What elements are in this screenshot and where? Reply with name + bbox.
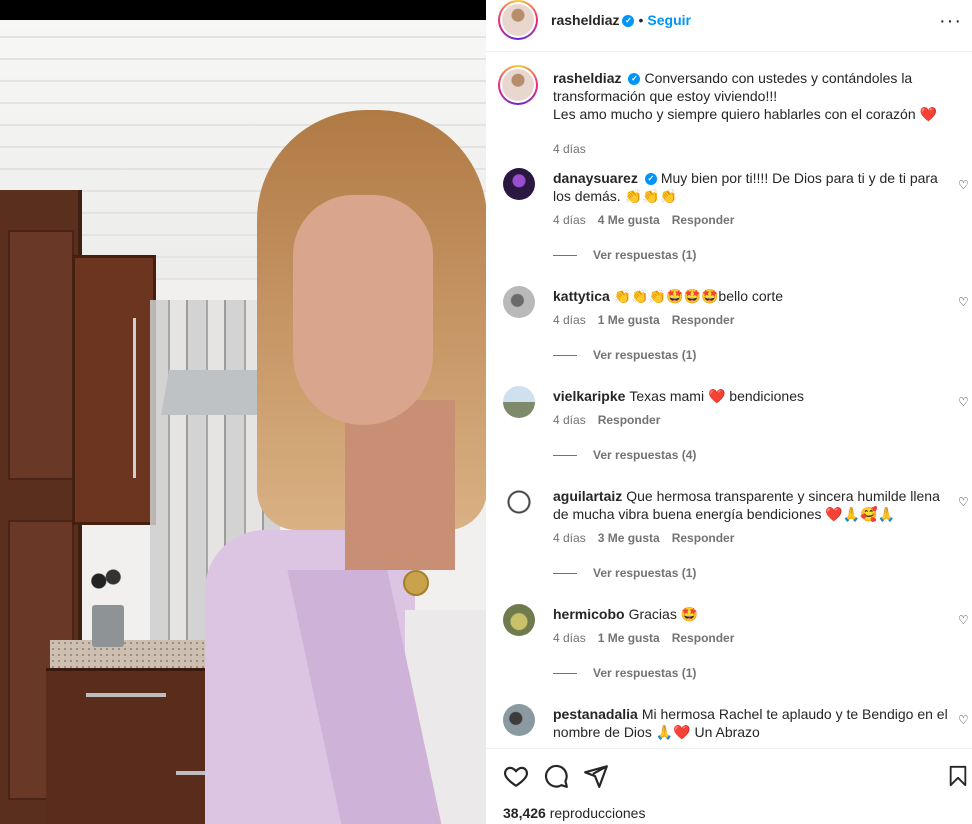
comment-likes[interactable]: 1 Me gusta	[598, 313, 660, 327]
comment-like-icon[interactable]: ♡	[958, 495, 970, 509]
comment-icon[interactable]	[543, 763, 569, 789]
video-frame	[0, 20, 486, 824]
post-side-panel: rasheldiaz ✓ • Seguir ··· rasheldiaz ✓ Conver…	[486, 0, 972, 824]
comment-time: 4 días	[553, 213, 586, 227]
reply-button[interactable]: Responder	[672, 531, 735, 545]
view-replies-label: Ver respuestas (4)	[593, 448, 697, 462]
comment-time: 4 días	[553, 531, 586, 545]
commenter-avatar[interactable]	[503, 386, 535, 418]
view-replies-label: Ver respuestas (1)	[593, 566, 697, 580]
comment-like-icon[interactable]: ♡	[958, 713, 970, 727]
post-header: rasheldiaz ✓ • Seguir ···	[486, 0, 972, 52]
comment-username[interactable]: hermicobo	[553, 606, 625, 622]
author-avatar[interactable]	[498, 0, 538, 40]
comment-username[interactable]: aguilartaiz	[553, 488, 622, 504]
kitchen-cabinet-upper	[72, 255, 156, 525]
view-replies-label: Ver respuestas (1)	[593, 666, 697, 680]
caption-meta: 4 días	[553, 142, 598, 156]
view-replies-button[interactable]: Ver respuestas (1)	[553, 248, 696, 262]
view-replies-label: Ver respuestas (1)	[593, 248, 697, 262]
verified-icon: ✓	[622, 15, 635, 28]
red-heart-emoji: ❤️	[919, 106, 937, 122]
comment-likes[interactable]: 4 Me gusta	[598, 213, 660, 227]
comment-meta: 4 días 4 Me gusta Responder	[553, 213, 746, 227]
utensil-holder	[88, 565, 124, 647]
views-count: 38,426 reproducciones	[503, 805, 645, 821]
comment-meta: 4 días 1 Me gusta Responder	[553, 631, 746, 645]
view-replies-button[interactable]: Ver respuestas (1)	[553, 566, 696, 580]
comment-username[interactable]: kattytica	[553, 288, 610, 304]
view-replies-label: Ver respuestas (1)	[593, 348, 697, 362]
bookmark-icon[interactable]	[947, 763, 969, 789]
reply-button[interactable]: Responder	[598, 413, 661, 427]
reply-button[interactable]: Responder	[672, 631, 735, 645]
comment-content: Gracias 🤩	[628, 606, 699, 622]
caption-text: rasheldiaz ✓ Conversando con ustedes y con…	[553, 69, 948, 123]
post-video[interactable]	[0, 0, 486, 824]
comment-like-icon[interactable]: ♡	[958, 613, 970, 627]
comment-likes[interactable]: 3 Me gusta	[598, 531, 660, 545]
comment-like-icon[interactable]: ♡	[958, 178, 970, 192]
heart-icon[interactable]	[503, 763, 529, 789]
view-replies-button[interactable]: Ver respuestas (1)	[553, 348, 696, 362]
comment-text: danaysuarez ✓ Muy bien por ti!!!! De Dios …	[553, 169, 948, 205]
views-label: reproducciones	[549, 805, 646, 821]
comment-meta: 4 días 3 Me gusta Responder	[553, 531, 746, 545]
comments-list: rasheldiaz ✓ Conversando con ustedes y con…	[486, 53, 972, 748]
comment-likes[interactable]: 1 Me gusta	[598, 631, 660, 645]
author-username[interactable]: rasheldiaz	[551, 12, 619, 28]
caption-author-avatar[interactable]	[498, 65, 538, 105]
reply-button[interactable]: Responder	[672, 313, 735, 327]
views-number: 38,426	[503, 805, 546, 821]
comment-text: hermicobo Gracias 🤩	[553, 605, 948, 623]
caption-line-2: transformación que estoy viviendo!!!	[553, 88, 778, 104]
share-icon[interactable]	[583, 763, 609, 789]
comment-username[interactable]: vielkaripke	[553, 388, 625, 404]
commenter-avatar[interactable]	[503, 486, 535, 518]
verified-icon: ✓	[644, 173, 657, 186]
comment-content: 👏👏👏🤩🤩🤩bello corte	[613, 288, 783, 304]
comment-text: pestanadalia Mi hermosa Rachel te aplaudo…	[553, 705, 948, 741]
comment-time: 4 días	[553, 413, 586, 427]
commenter-avatar[interactable]	[503, 168, 535, 200]
caption-line-3: Les amo mucho y siempre quiero hablarles…	[553, 106, 916, 122]
comment-text: kattytica 👏👏👏🤩🤩🤩bello corte	[553, 287, 948, 305]
follow-button[interactable]: Seguir	[647, 12, 691, 28]
view-replies-button[interactable]: Ver respuestas (1)	[553, 666, 696, 680]
caption-time: 4 días	[553, 142, 586, 156]
comment-text: vielkaripke Texas mami ❤️ bendiciones	[553, 387, 948, 405]
reply-button[interactable]: Responder	[672, 213, 735, 227]
verified-icon: ✓	[628, 73, 641, 86]
commenter-avatar[interactable]	[503, 604, 535, 636]
comment-content: Texas mami ❤️ bendiciones	[629, 388, 805, 404]
view-replies-button[interactable]: Ver respuestas (4)	[553, 448, 696, 462]
more-options-icon[interactable]: ···	[939, 10, 962, 33]
comment-like-icon[interactable]: ♡	[958, 395, 970, 409]
comment-meta: 4 días 1 Me gusta Responder	[553, 313, 746, 327]
caption-username[interactable]: rasheldiaz	[553, 70, 621, 86]
comment-text: aguilartaiz Que hermosa transparente y si…	[553, 487, 948, 523]
commenter-avatar[interactable]	[503, 286, 535, 318]
separator-dot: •	[638, 12, 644, 28]
comment-like-icon[interactable]: ♡	[958, 295, 970, 309]
caption-line-1: Conversando con ustedes y contándoles la	[644, 70, 913, 86]
media-top-bar	[0, 0, 486, 20]
video-person	[205, 100, 486, 824]
comment-time: 4 días	[553, 631, 586, 645]
comment-time: 4 días	[553, 313, 586, 327]
comment-username[interactable]: pestanadalia	[553, 706, 638, 722]
post-actions-bar: 38,426 reproducciones	[486, 748, 972, 824]
header-author-row: rasheldiaz ✓ • Seguir	[551, 12, 691, 28]
commenter-avatar[interactable]	[503, 704, 535, 736]
comment-username[interactable]: danaysuarez	[553, 170, 638, 186]
comment-meta: 4 días Responder	[553, 413, 672, 427]
